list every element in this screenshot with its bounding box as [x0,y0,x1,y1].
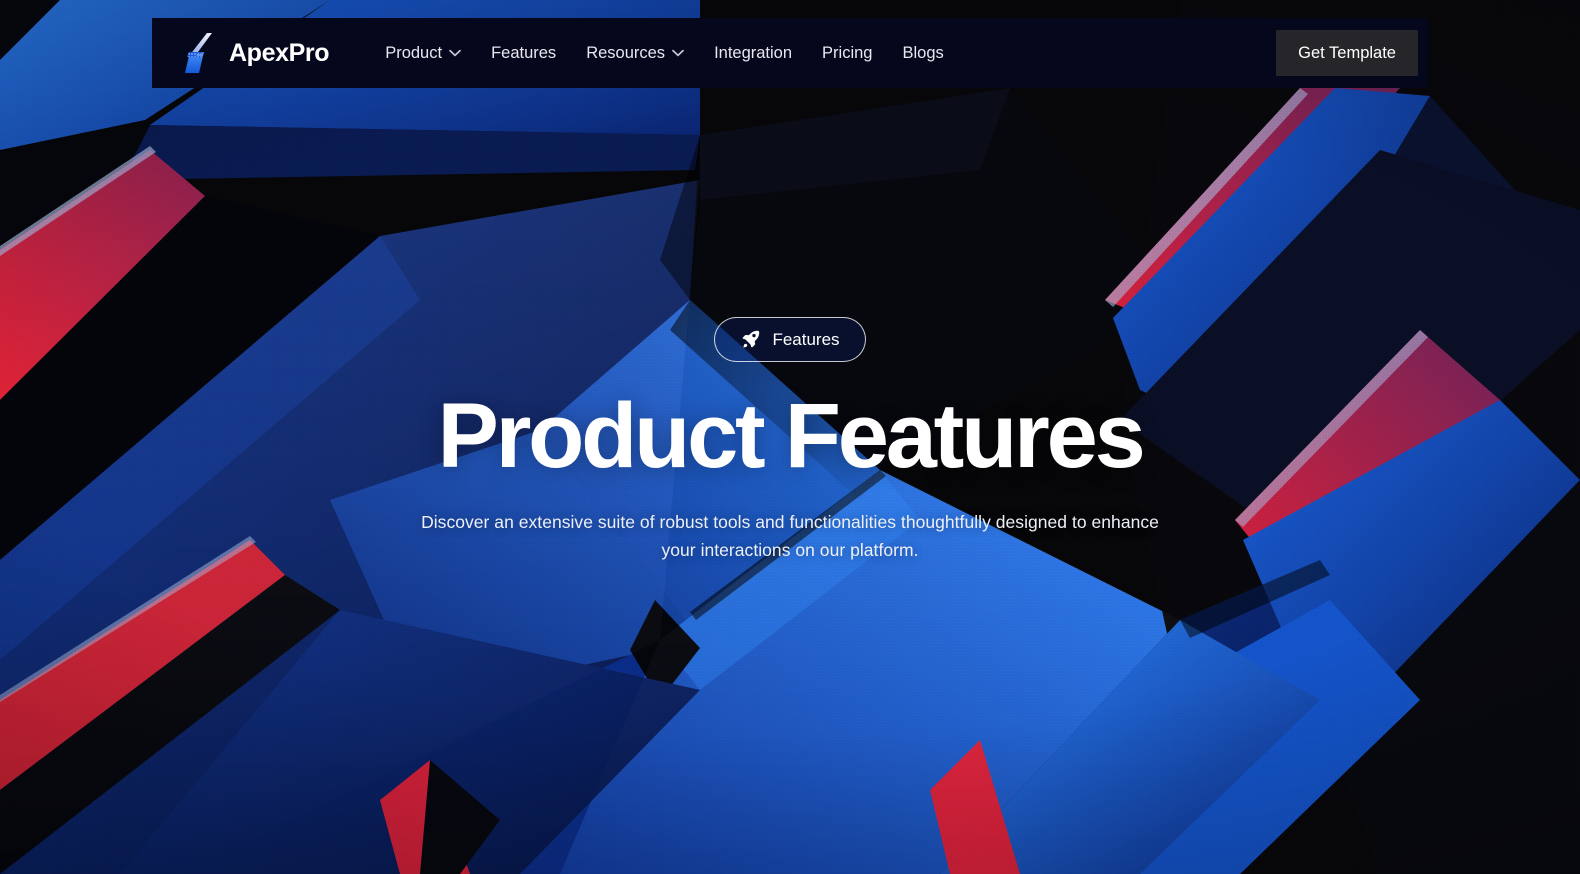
nav-item-product-label: Product [385,43,443,62]
brand-logo[interactable]: ApexPro [182,32,330,74]
brand-name: ApexPro [229,38,330,67]
nav-item-features[interactable]: Features [491,45,556,62]
nav-item-integration[interactable]: Integration [714,45,792,62]
nav-item-resources-label: Resources [586,43,666,62]
lightning-bolt-icon [185,33,212,73]
page-title: Product Features [437,385,1145,487]
nav-item-pricing-label: Pricing [822,43,873,62]
nav-item-integration-label: Integration [714,43,793,62]
hero-subtitle: Discover an extensive suite of robust to… [421,512,1159,560]
get-template-button[interactable]: Get Template [1276,29,1418,77]
page-root: ApexPro Product Features Resources Integ… [0,0,1580,874]
nav-item-blogs[interactable]: Blogs [902,45,943,62]
nav-item-features-label: Features [491,43,557,62]
main-navigation-bar: ApexPro Product Features Resources Integ… [152,18,1428,88]
hero-badge-label: Features [772,330,840,349]
chevron-down-icon [449,49,461,57]
nav-item-product[interactable]: Product [385,45,461,62]
nav-links-group: Product Features Resources Integration P… [385,45,1276,62]
hero-badge[interactable]: Features [714,317,866,362]
chevron-down-icon [672,49,684,57]
nav-item-resources[interactable]: Resources [586,45,684,62]
rocket-icon [743,330,760,348]
nav-item-blogs-label: Blogs [902,43,944,62]
nav-item-pricing[interactable]: Pricing [822,45,872,62]
